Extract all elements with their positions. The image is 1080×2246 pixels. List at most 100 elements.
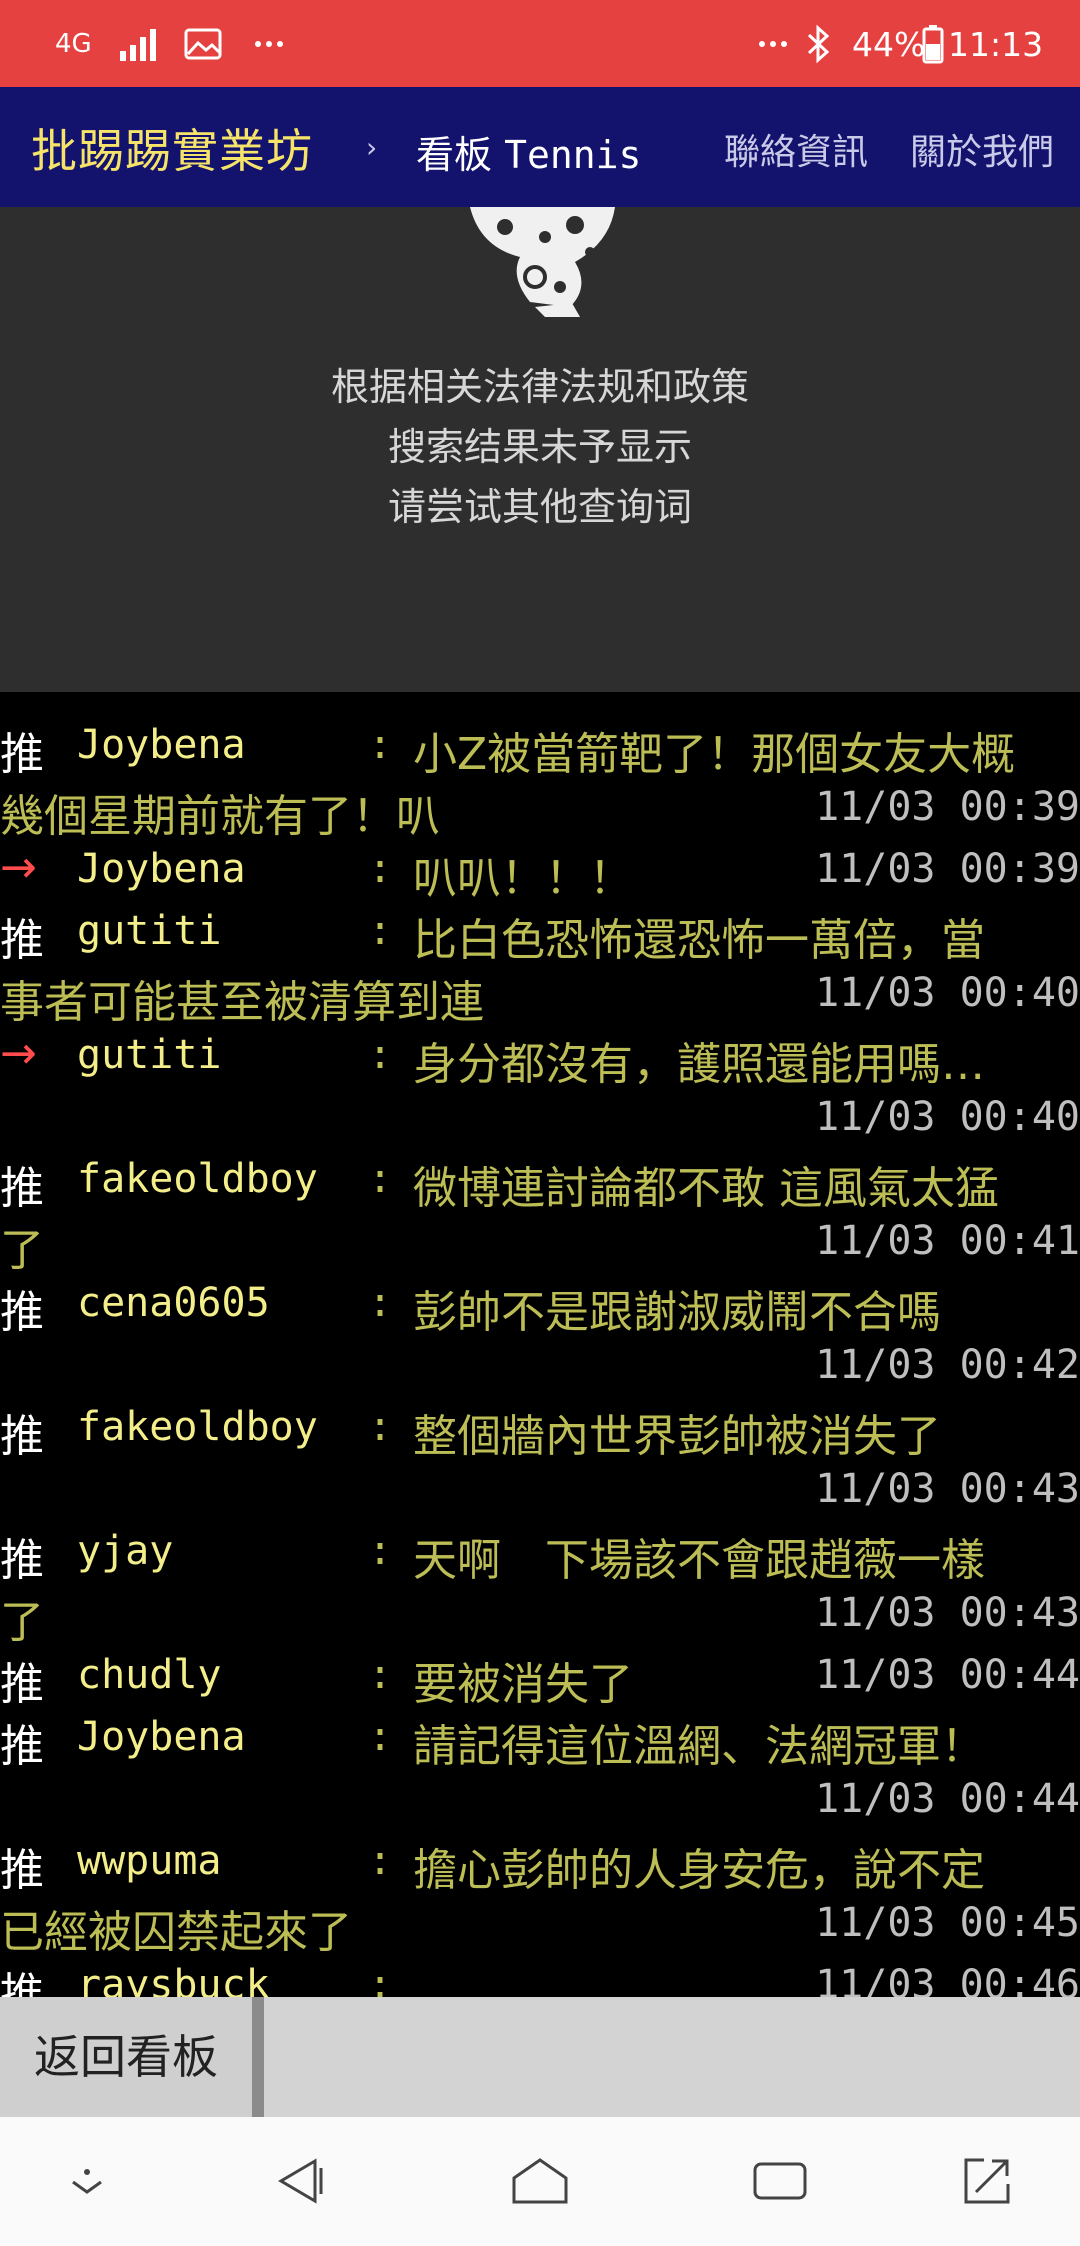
- clock: 11:13: [948, 20, 1043, 68]
- android-nav-bar: [0, 2117, 1080, 2246]
- battery-icon: [922, 20, 944, 68]
- about-link[interactable]: 關於我們: [910, 123, 1054, 175]
- comment-text-cont: 幾個星期前就有了！叭: [0, 791, 440, 842]
- network-label: 4G: [55, 29, 92, 59]
- network-indicator: 4G: [55, 20, 92, 68]
- comment-time: 11/03 00:43: [815, 1466, 1080, 1512]
- comment-row: 推 fakeoldboy : 微博連討論都不敢 這風氣太猛: [0, 1152, 1080, 1214]
- comment-text: 微博連討論都不敢 這風氣太猛: [413, 1163, 999, 1214]
- comment-colon: :: [368, 1714, 393, 1760]
- comment-colon: :: [368, 1404, 393, 1450]
- comment-text: 叭叭！！！: [413, 853, 633, 904]
- recents-icon[interactable]: [748, 2149, 812, 2213]
- comment-user: gutiti: [77, 908, 222, 954]
- comment-row-cont: 了 11/03 00:41: [0, 1214, 1080, 1276]
- push-tag: 推: [0, 1287, 44, 1338]
- comment-row: 推 wwpuma : 擔心彭帥的人身安危，說不定: [0, 1834, 1080, 1896]
- comment-text: 請記得這位溫網、法網冠軍！: [413, 1721, 985, 1772]
- bluetooth-icon: [806, 20, 832, 68]
- push-tag: 推: [0, 1163, 44, 1214]
- push-tag: 推: [0, 1535, 44, 1586]
- push-tag: 推: [0, 1659, 44, 1710]
- comment-row: → gutiti : 身分都沒有，護照還能用嗎…: [0, 1028, 1080, 1090]
- arrow-tag: →: [0, 1028, 37, 1079]
- comment-text: 天啊 下場該不會跟趙薇一樣: [413, 1535, 985, 1586]
- comment-colon: :: [368, 908, 393, 954]
- comment-row-cont: 事者可能甚至被清算到連 11/03 00:40: [0, 966, 1080, 1028]
- comment-row-cont: 了 11/03 00:43: [0, 1586, 1080, 1648]
- comment-colon: :: [368, 846, 393, 892]
- more-icon-right: [758, 20, 788, 68]
- comment-row-cont: 11/03 00:40: [0, 1090, 1080, 1152]
- comment-row: 推 fakeoldboy : 整個牆內世界彭帥被消失了: [0, 1400, 1080, 1462]
- status-bar: 4G 44% 11:13: [0, 0, 1080, 87]
- comment-text: 要被消失了: [413, 1659, 633, 1710]
- comment-user: cena0605: [77, 1280, 270, 1326]
- comment-text: 小Z被當箭靶了！那個女友大概: [413, 729, 1016, 780]
- push-tag: 推: [0, 915, 44, 966]
- comment-text: 身分都沒有，護照還能用嗎…: [413, 1039, 985, 1090]
- board-name: Tennis: [504, 133, 642, 177]
- comment-text: 擔心彭帥的人身安危，說不定: [413, 1845, 985, 1896]
- comment-text-cont: 了: [0, 1225, 44, 1276]
- comment-text: 比白色恐怖還恐怖一萬倍，當: [413, 915, 985, 966]
- blocked-image-notice: 根据相关法律法规和政策 搜索结果未予显示 请尝试其他查询词: [0, 207, 1080, 692]
- board-breadcrumb-link[interactable]: 看板 Tennis: [416, 124, 641, 179]
- comment-colon: :: [368, 1032, 393, 1078]
- back-icon[interactable]: [268, 2149, 332, 2213]
- comment-user: raysbuck: [77, 1962, 270, 1997]
- site-logo-link[interactable]: 批踢踢實業坊: [31, 115, 313, 181]
- comment-time: 11/03 00:44: [815, 1776, 1080, 1822]
- comment-user: Joybena: [77, 1714, 246, 1760]
- comment-row-cont: 11/03 00:42: [0, 1338, 1080, 1400]
- comment-time: 11/03 00:39: [815, 846, 1080, 892]
- top-navbar: 批踢踢實業坊 › 看板 Tennis 聯絡資訊 關於我們: [0, 87, 1080, 207]
- comment-list: 推 Joybena : 小Z被當箭靶了！那個女友大概 幾個星期前就有了！叭 11…: [0, 692, 1080, 1997]
- bottom-divider: [252, 1997, 264, 2117]
- comment-row: 推 gutiti : 比白色恐怖還恐怖一萬倍，當: [0, 904, 1080, 966]
- bottom-bar: 返回看板: [0, 1997, 1080, 2117]
- comment-colon: :: [368, 1280, 393, 1326]
- gallery-icon: [184, 20, 222, 68]
- comment-user: chudly: [77, 1652, 222, 1698]
- comment-row: 推 chudly : 要被消失了 11/03 00:44: [0, 1648, 1080, 1710]
- time-label: 11:13: [948, 24, 1044, 64]
- comment-user: fakeoldboy: [77, 1404, 318, 1450]
- comment-text: 整個牆內世界彭帥被消失了: [413, 1411, 941, 1462]
- comment-user: wwpuma: [77, 1838, 222, 1884]
- push-tag: 推: [0, 1969, 44, 1997]
- swipe-down-icon[interactable]: [55, 2149, 119, 2213]
- expand-icon[interactable]: [955, 2149, 1019, 2213]
- home-icon[interactable]: [508, 2149, 572, 2213]
- comment-text-cont: 已經被囚禁起來了: [0, 1907, 352, 1958]
- comment-user: Joybena: [77, 722, 246, 768]
- comment-time: 11/03 00:44: [815, 1652, 1080, 1698]
- push-tag: 推: [0, 729, 44, 780]
- back-to-board-button[interactable]: 返回看板: [0, 1997, 252, 2117]
- battery-label: 44%: [852, 24, 926, 64]
- comment-time: 11/03 00:40: [815, 970, 1080, 1016]
- arrow-tag: →: [0, 842, 37, 893]
- comment-time: 11/03 00:46: [815, 1962, 1080, 1997]
- mascot-image: [470, 207, 615, 317]
- comment-row-cont: 已經被囚禁起來了 11/03 00:45: [0, 1896, 1080, 1958]
- comment-row: 推 yjay : 天啊 下場該不會跟趙薇一樣: [0, 1524, 1080, 1586]
- comment-time: 11/03 00:43: [815, 1590, 1080, 1636]
- comment-text-cont: 事者可能甚至被清算到連: [0, 977, 484, 1028]
- comment-colon: :: [368, 1838, 393, 1884]
- comment-text: 彭帥不是跟謝淑威鬧不合嗎: [413, 1287, 941, 1338]
- comment-colon: :: [368, 1962, 393, 1997]
- more-icon: [254, 20, 284, 68]
- push-tag: 推: [0, 1845, 44, 1896]
- comment-row-cont: 幾個星期前就有了！叭 11/03 00:39: [0, 780, 1080, 842]
- comment-user: gutiti: [77, 1032, 222, 1078]
- comment-row: 推 raysbuck : 11/03 00:46: [0, 1958, 1080, 1997]
- blocked-line: 请尝试其他查询词: [387, 485, 692, 529]
- board-prefix: 看板: [416, 133, 493, 177]
- comment-row: 推 Joybena : 小Z被當箭靶了！那個女友大概: [0, 718, 1080, 780]
- comment-row-cont: 11/03 00:43: [0, 1462, 1080, 1524]
- comment-row: 推 cena0605 : 彭帥不是跟謝淑威鬧不合嗎: [0, 1276, 1080, 1338]
- comment-time: 11/03 00:40: [815, 1094, 1080, 1140]
- comment-time: 11/03 00:42: [815, 1342, 1080, 1388]
- contact-link[interactable]: 聯絡資訊: [724, 123, 868, 175]
